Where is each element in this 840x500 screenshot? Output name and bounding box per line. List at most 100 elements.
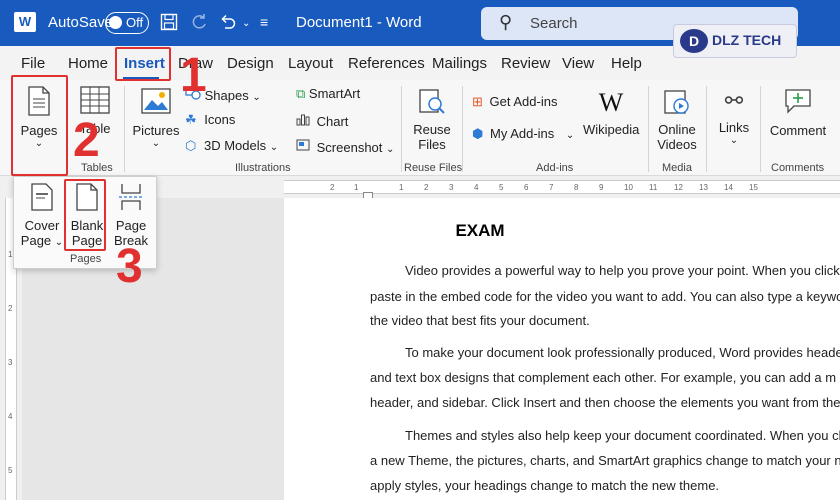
document-line[interactable]: apply styles, your headings change to ma… <box>370 478 719 493</box>
page-break-label-line1: Page <box>115 218 147 233</box>
divider <box>124 86 125 172</box>
tab-review[interactable]: Review <box>501 55 550 72</box>
ruler-number: 10 <box>624 183 633 192</box>
tab-references[interactable]: References <box>348 55 425 72</box>
ruler-number: 5 <box>499 183 504 192</box>
tab-help[interactable]: Help <box>611 55 642 72</box>
word-app-icon[interactable]: W <box>14 12 36 32</box>
divider <box>648 86 649 172</box>
tab-file[interactable]: File <box>21 55 45 72</box>
annotation-step-2: 2 <box>73 114 100 167</box>
ruler-number: 6 <box>524 183 529 192</box>
document-line[interactable]: paste in the embed code for the video yo… <box>370 289 840 304</box>
screenshot-label: Screenshot <box>316 140 383 155</box>
reuse-files-label-line2: Files <box>418 137 446 152</box>
customize-quick-access-icon[interactable]: ≡ <box>260 14 268 30</box>
reuse-files-label-line1: Reuse <box>413 122 451 137</box>
get-addins-label: Get Add-ins <box>489 94 558 109</box>
highlight-blank-page <box>64 179 106 251</box>
reuse-files-icon <box>418 88 446 119</box>
pages-dropdown-group-label: Pages <box>70 253 102 265</box>
autosave-state: Off <box>126 15 144 30</box>
tab-layout[interactable]: Layout <box>288 55 333 72</box>
annotation-step-1: 1 <box>180 49 207 102</box>
pictures-button[interactable]: Pictures ⌄ <box>131 88 181 149</box>
autosave-label: AutoSave <box>48 14 114 31</box>
3d-models-label: 3D Models <box>203 138 267 153</box>
cover-page-label-line2: Page ⌄ <box>19 233 65 248</box>
cube-icon: ⬡ <box>185 138 197 153</box>
tab-view[interactable]: View <box>562 55 594 72</box>
reuse-files-button[interactable]: Reuse Files <box>410 88 454 152</box>
icons-label: Icons <box>204 112 236 127</box>
get-addins-button[interactable]: ⊞ Get Add-ins <box>472 94 557 110</box>
autosave-toggle[interactable]: Off <box>105 12 149 34</box>
document-line[interactable]: Video provides a powerful way to help yo… <box>405 263 840 278</box>
wikipedia-icon: W <box>598 88 624 117</box>
my-addins-button[interactable]: ⬢ My Add-ins ⌄ <box>472 126 574 142</box>
divider <box>760 86 761 172</box>
document-heading[interactable]: EXAM <box>350 221 610 241</box>
cover-page-label-text: Page <box>20 233 52 248</box>
page-break-button[interactable]: Page Break <box>110 183 152 248</box>
document-line[interactable]: header, and sidebar. Click Insert and th… <box>370 395 840 410</box>
chevron-down-icon[interactable]: ⌄ <box>242 18 250 29</box>
ruler-number: 3 <box>8 358 13 367</box>
ruler-number: 5 <box>8 466 13 475</box>
online-videos-label-line1: Online <box>658 122 696 137</box>
highlight-insert-tab <box>115 47 171 81</box>
cover-page-icon <box>31 183 53 214</box>
document-line[interactable]: the video that best fits your document. <box>370 313 590 328</box>
toggle-knob <box>109 16 122 29</box>
smartart-label: SmartArt <box>308 86 361 101</box>
group-media: Media <box>662 162 692 174</box>
smartart-button[interactable]: ⧉ SmartArt <box>296 86 360 102</box>
get-addins-icon: ⊞ <box>472 94 483 109</box>
chart-button[interactable]: Chart <box>296 112 348 129</box>
document-line[interactable]: a new Theme, the pictures, charts, and S… <box>370 453 840 468</box>
wikipedia-button[interactable]: W Wikipedia <box>583 88 639 137</box>
ruler-number: 12 <box>674 183 683 192</box>
comment-icon <box>784 88 812 117</box>
search-placeholder: Search <box>530 15 578 32</box>
document-line[interactable]: and text box designs that complement eac… <box>370 370 836 385</box>
ruler-number: 2 <box>8 304 13 313</box>
comment-button[interactable]: Comment <box>768 88 828 138</box>
links-button[interactable]: ⚯ Links ⌄ <box>714 88 754 146</box>
undo-icon[interactable] <box>219 13 237 36</box>
ruler-number: 11 <box>649 183 658 192</box>
online-videos-button[interactable]: Online Videos <box>656 88 698 152</box>
ruler-number: 9 <box>599 183 604 192</box>
group-reuse-files: Reuse Files <box>404 162 463 174</box>
comment-label: Comment <box>769 123 827 138</box>
tab-home[interactable]: Home <box>68 55 108 72</box>
save-icon[interactable] <box>160 13 178 36</box>
ruler-number: 3 <box>449 183 454 192</box>
chevron-down-icon: ⌄ <box>386 144 395 155</box>
chevron-down-icon: ⌄ <box>54 237 64 248</box>
document-line[interactable]: To make your document look professionall… <box>405 345 840 360</box>
highlight-pages-button <box>11 75 68 176</box>
divider <box>706 86 707 172</box>
redo-icon[interactable] <box>190 13 208 36</box>
cover-page-button[interactable]: Cover Page ⌄ <box>19 183 65 248</box>
online-videos-label-line2: Videos <box>657 137 697 152</box>
tab-mailings[interactable]: Mailings <box>432 55 487 72</box>
annotation-step-3: 3 <box>116 240 143 293</box>
ruler-number: 7 <box>549 183 554 192</box>
pictures-icon <box>141 88 171 117</box>
cover-page-label-line1: Cover <box>24 218 60 233</box>
chevron-down-icon: ⌄ <box>252 92 261 103</box>
3d-models-button[interactable]: ⬡ 3D Models ⌄ <box>185 138 278 154</box>
online-video-icon <box>663 88 691 119</box>
table-icon <box>80 86 110 117</box>
screenshot-button[interactable]: Screenshot ⌄ <box>296 138 394 155</box>
tab-design[interactable]: Design <box>227 55 274 72</box>
chevron-down-icon: ⌄ <box>729 135 739 146</box>
shapes-label: Shapes <box>204 88 249 103</box>
ruler-number: 2 <box>330 183 335 192</box>
icons-button[interactable]: ☘ Icons <box>185 112 235 128</box>
document-line[interactable]: Themes and styles also help keep your do… <box>405 428 840 443</box>
document-title: Document1 - Word <box>296 14 422 31</box>
divider <box>401 86 402 172</box>
